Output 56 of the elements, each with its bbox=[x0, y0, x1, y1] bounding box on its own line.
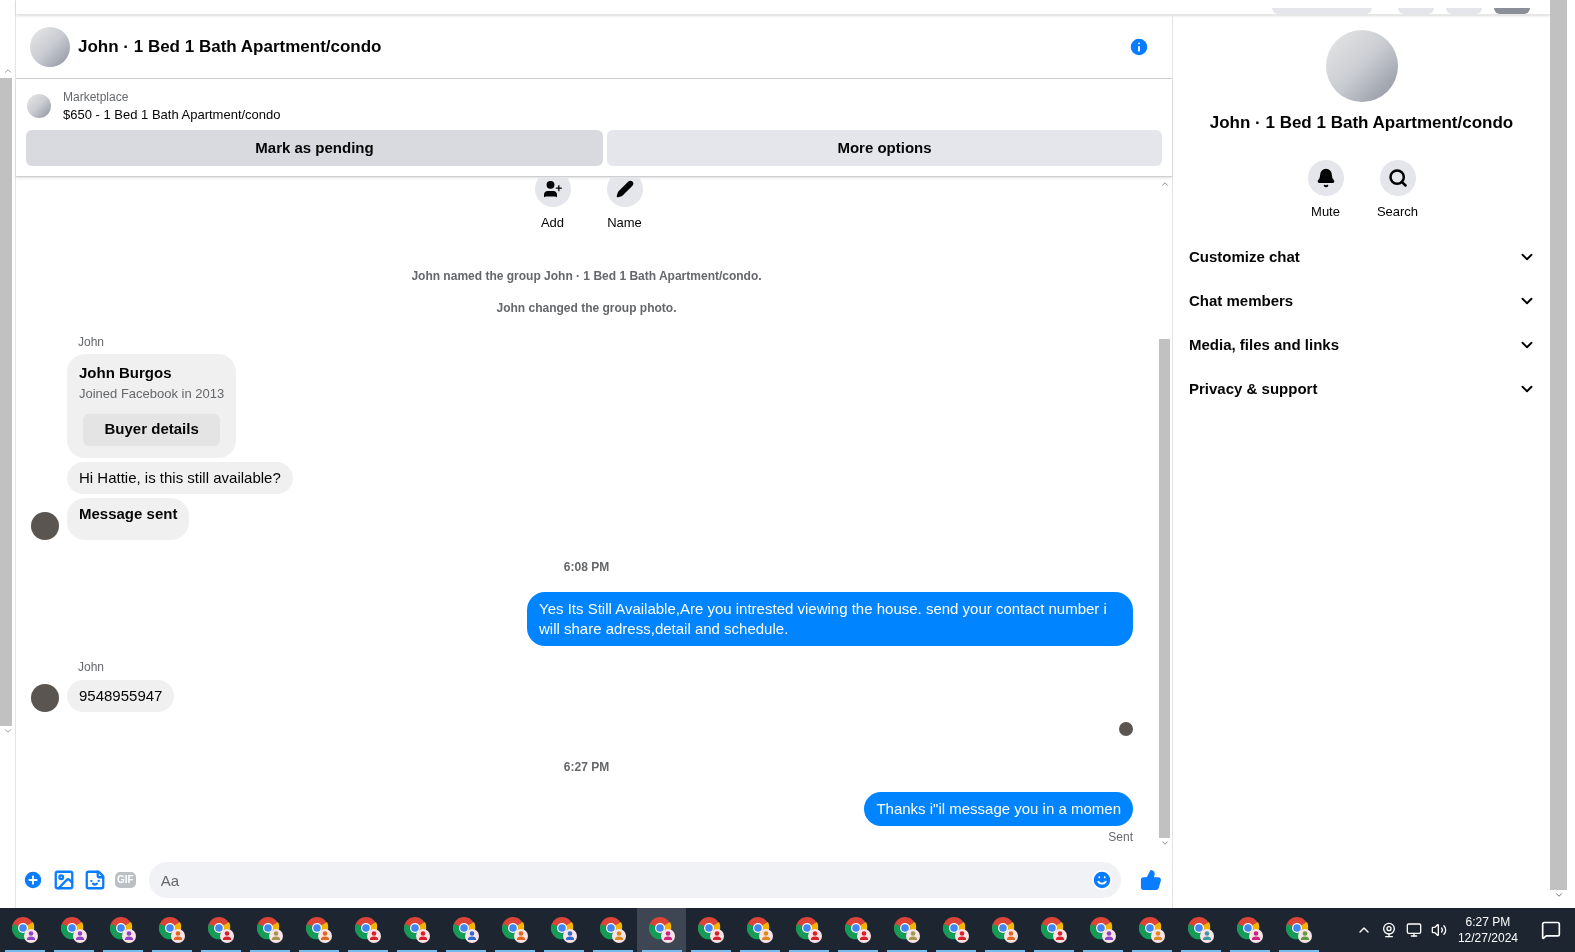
chat-title: John · 1 Bed 1 Bath Apartment/condo bbox=[78, 35, 382, 58]
buyer-subtitle: Joined Facebook in 2013 bbox=[79, 385, 225, 403]
timestamp: 6:27 PM bbox=[563, 758, 610, 776]
like-icon[interactable] bbox=[1140, 869, 1162, 891]
scroll-down-icon[interactable] bbox=[1553, 890, 1564, 900]
details-action-label: Search bbox=[1376, 202, 1419, 221]
details-title: John · 1 Bed 1 Bath Apartment/condo bbox=[1209, 112, 1514, 134]
details-section[interactable]: Media, files and links bbox=[1189, 323, 1536, 367]
avatar bbox=[31, 683, 59, 712]
listing-button[interactable]: More options bbox=[607, 130, 1162, 166]
incoming-message: Message sent bbox=[67, 497, 190, 540]
details-section[interactable]: Privacy & support bbox=[1189, 367, 1536, 411]
details-action-button[interactable] bbox=[1379, 159, 1416, 196]
message-input[interactable]: Aa bbox=[148, 862, 1121, 898]
listing-title: $650 - 1 Bed 1 Bath Apartment/condo bbox=[63, 106, 281, 124]
pencil-icon bbox=[615, 180, 634, 198]
sender-name: John bbox=[78, 333, 106, 351]
system-message: John named the group John · 1 Bed 1 Bath Apartment/condo. bbox=[411, 267, 762, 285]
avatar bbox=[31, 511, 59, 540]
emoji-icon[interactable] bbox=[1091, 869, 1113, 891]
volume-icon[interactable] bbox=[1430, 922, 1447, 938]
webcam-icon[interactable] bbox=[1380, 922, 1397, 938]
sticker-icon[interactable] bbox=[84, 869, 106, 891]
group-action-label: Add bbox=[540, 214, 565, 232]
sender-name: John bbox=[78, 658, 106, 676]
avatar bbox=[1119, 721, 1133, 736]
notifications-icon[interactable] bbox=[1541, 920, 1561, 940]
group-action-button[interactable] bbox=[534, 177, 571, 207]
incoming-message: 9548955947 bbox=[67, 679, 175, 712]
group-action-label: Name bbox=[607, 214, 642, 232]
plus-icon[interactable] bbox=[22, 869, 44, 891]
details-section[interactable]: Customize chat bbox=[1189, 235, 1536, 279]
info-icon[interactable] bbox=[1128, 35, 1150, 58]
delivery-status: Sent bbox=[1108, 828, 1133, 846]
clock[interactable]: 6:27 PM 12/27/2024 bbox=[1455, 914, 1520, 946]
listing-source: Marketplace bbox=[63, 89, 130, 106]
details-section[interactable]: Chat members bbox=[1189, 279, 1536, 323]
bell-icon bbox=[1315, 167, 1336, 188]
buyer-name: John Burgos bbox=[79, 362, 173, 383]
photo-placeholder bbox=[30, 26, 70, 67]
incoming-message: Hi Hattie, is this still available? bbox=[67, 461, 293, 494]
profile-button[interactable] bbox=[1494, 8, 1530, 14]
image-icon[interactable] bbox=[53, 869, 75, 891]
photo-placeholder bbox=[27, 94, 51, 118]
outgoing-message: Yes Its Still Available,Are you intrested viewing the house. send your contact number i will share adress,detail and schedule. bbox=[527, 591, 1133, 646]
search-icon bbox=[1387, 167, 1408, 188]
details-action-label: Mute bbox=[1311, 202, 1340, 221]
timestamp: 6:08 PM bbox=[563, 558, 610, 576]
add-person-icon bbox=[542, 179, 563, 199]
details-action-button[interactable] bbox=[1307, 159, 1344, 196]
group-action-button[interactable] bbox=[606, 177, 643, 207]
buyer-details-button[interactable]: Buyer details bbox=[83, 413, 221, 446]
taskbar-app[interactable] bbox=[637, 908, 686, 952]
listing-button[interactable]: Mark as pending bbox=[26, 130, 603, 166]
outgoing-message: Thanks i"il message you in a momen bbox=[864, 791, 1133, 826]
system-message: John changed the group photo. bbox=[496, 299, 677, 317]
